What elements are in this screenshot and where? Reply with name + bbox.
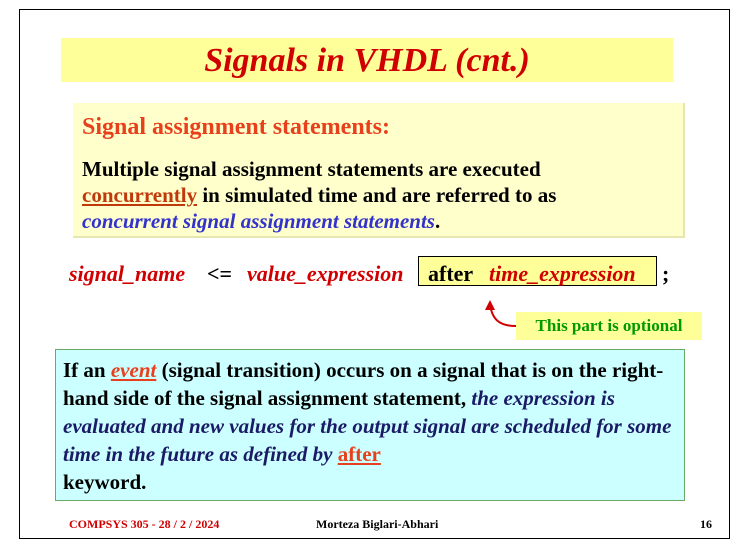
semicolon: ; — [662, 261, 670, 286]
body-line1: Multiple signal assignment statements ar… — [82, 157, 541, 181]
value-expression: value_expression — [247, 261, 404, 286]
assign-operator: <= — [207, 261, 233, 286]
signal-name: signal_name — [69, 261, 186, 286]
slide-title: Signals in VHDL (cnt.) — [204, 42, 530, 79]
event-explanation-text: If an event (signal transition) occurs o… — [63, 356, 678, 496]
concurrent-statements-term: concurrent signal assignment statements — [82, 209, 435, 233]
event-term: event — [110, 358, 157, 382]
box-heading: Signal assignment statements: — [82, 114, 391, 140]
concurrently-term: concurrently — [82, 183, 198, 207]
after-term: after — [337, 442, 381, 466]
footer-course-date: COMPSYS 305 - 28 / 2 / 2024 — [69, 517, 220, 531]
body-line2: in simulated time and are referred to as — [197, 183, 557, 207]
text-if-an: If an — [63, 358, 111, 382]
period: . — [434, 209, 441, 233]
text-keyword: keyword. — [63, 470, 147, 494]
after-keyword: after — [428, 261, 474, 286]
footer-author: Morteza Biglari-Abhari — [316, 517, 439, 531]
time-expression: time_expression — [489, 261, 636, 286]
page-number: 16 — [700, 517, 712, 531]
optional-note: This part is optional — [516, 312, 702, 340]
box-body: Multiple signal assignment statements ar… — [82, 156, 682, 234]
